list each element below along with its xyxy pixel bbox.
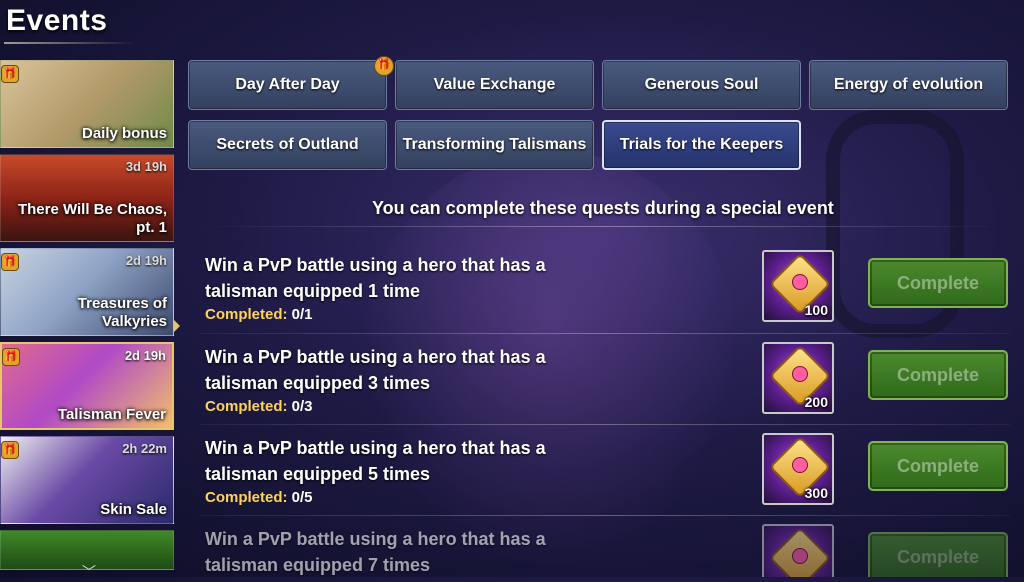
complete-button[interactable]: Complete xyxy=(868,350,1008,400)
quest-progress: Completed: 0/3 xyxy=(205,398,313,415)
sidebar-item-timer: 2h 22m xyxy=(122,441,167,456)
sidebar-item-treasures-of-valkyries[interactable]: 🎁 2d 19h Treasures of Valkyries xyxy=(0,248,174,336)
quest-progress: Completed: 0/1 xyxy=(205,306,313,323)
quest-row: Win a PvP battle using a hero that has a… xyxy=(200,246,1020,334)
sidebar-item-talisman-fever[interactable]: 🎁 2d 19h Talisman Fever xyxy=(0,342,174,430)
quest-row: Win a PvP battle using a hero that has a… xyxy=(200,429,1020,517)
sidebar-item-label: Talisman Fever xyxy=(57,406,166,423)
sidebar-item-timer: 3d 19h xyxy=(125,159,167,174)
tab-trials-for-the-keepers[interactable]: Trials for the Keepers xyxy=(602,120,801,170)
quest-description: Win a PvP battle using a hero that has a… xyxy=(205,435,725,487)
divider xyxy=(200,333,1010,334)
progress-value: 0/1 xyxy=(291,306,313,323)
divider xyxy=(200,424,1010,425)
progress-value: 0/5 xyxy=(291,489,313,506)
tab-secrets-of-outland[interactable]: Secrets of Outland xyxy=(188,120,387,170)
sidebar-item-there-will-be-chaos[interactable]: 3d 19h There Will Be Chaos, pt. 1 xyxy=(0,154,174,242)
tab-value-exchange[interactable]: Value Exchange xyxy=(395,60,594,110)
completed-label: Completed: xyxy=(205,306,288,323)
quest-description: Win a PvP battle using a hero that has a… xyxy=(205,526,725,577)
title-underline xyxy=(4,42,136,44)
quest-progress: Completed: 0/5 xyxy=(205,489,313,506)
gift-icon: 🎁 xyxy=(1,253,19,271)
quest-line-1: Win a PvP battle using a hero that has a xyxy=(205,255,546,275)
quest-description: Win a PvP battle using a hero that has a… xyxy=(205,344,725,396)
quest-line-2: talisman equipped 7 times xyxy=(205,555,431,575)
sidebar-item-timer: 2d 19h xyxy=(124,348,166,363)
sidebar-item-label: Treasures of Valkyries xyxy=(77,295,167,330)
tab-energy-of-evolution[interactable]: Energy of evolution xyxy=(809,60,1008,110)
talisman-chest-icon[interactable]: 200 xyxy=(762,342,834,414)
talisman-chest-icon[interactable]: 100 xyxy=(762,250,834,322)
progress-value: 0/3 xyxy=(291,398,313,415)
gem-center xyxy=(792,274,808,290)
sidebar-item-skin-sale[interactable]: 🎁 2h 22m Skin Sale xyxy=(0,436,174,524)
sidebar-item-daily-bonus[interactable]: 🎁 Daily bonus xyxy=(0,60,174,148)
talisman-chest-icon[interactable]: 300 xyxy=(762,433,834,505)
sidebar-item-label: There Will Be Chaos, pt. 1 xyxy=(17,201,167,236)
tab-transforming-talismans[interactable]: Transforming Talismans xyxy=(395,120,594,170)
tab-generous-soul[interactable]: Generous Soul xyxy=(602,60,801,110)
quest-line-1: Win a PvP battle using a hero that has a xyxy=(205,347,546,367)
reward-amount: 200 xyxy=(804,394,828,410)
gem-center xyxy=(792,548,808,564)
complete-button[interactable]: Complete xyxy=(868,532,1008,577)
quest-row: Win a PvP battle using a hero that has a… xyxy=(200,338,1020,426)
sidebar-item-timer: 2d 19h xyxy=(125,253,167,268)
chevron-down-icon[interactable]: ﹀ xyxy=(82,562,96,582)
quest-row: Win a PvP battle using a hero that has a… xyxy=(200,520,1020,577)
events-sidebar: 🎁 Daily bonus 3d 19h There Will Be Chaos… xyxy=(0,60,176,577)
talisman-chest-icon[interactable] xyxy=(762,524,834,577)
quests-subtitle: You can complete these quests during a s… xyxy=(372,198,834,218)
quest-line-2: talisman equipped 3 times xyxy=(205,373,431,393)
page-title: Events xyxy=(6,4,108,37)
gem-center xyxy=(792,457,808,473)
gift-icon: 🎁 xyxy=(1,65,19,83)
quest-line-2: talisman equipped 5 times xyxy=(205,464,431,484)
sidebar-item-label: Daily bonus xyxy=(81,125,167,142)
gift-icon: 🎁 xyxy=(374,56,394,76)
active-indicator-arrow xyxy=(174,320,180,332)
gift-icon: 🎁 xyxy=(2,348,20,366)
complete-button[interactable]: Complete xyxy=(868,441,1008,491)
quest-line-1: Win a PvP battle using a hero that has a xyxy=(205,438,546,458)
reward-amount: 100 xyxy=(804,302,828,318)
quest-line-1: Win a PvP battle using a hero that has a xyxy=(205,529,546,549)
quest-description: Win a PvP battle using a hero that has a… xyxy=(205,252,725,304)
complete-button[interactable]: Complete xyxy=(868,258,1008,308)
quest-line-2: talisman equipped 1 time xyxy=(205,281,421,301)
tab-day-after-day[interactable]: Day After Day xyxy=(188,60,387,110)
divider xyxy=(200,515,1010,516)
completed-label: Completed: xyxy=(205,489,288,506)
gift-icon: 🎁 xyxy=(1,441,19,459)
completed-label: Completed: xyxy=(205,398,288,415)
gem-center xyxy=(792,366,808,382)
divider xyxy=(200,226,1010,227)
sidebar-item-label: Skin Sale xyxy=(100,501,167,518)
reward-amount: 300 xyxy=(804,485,828,501)
